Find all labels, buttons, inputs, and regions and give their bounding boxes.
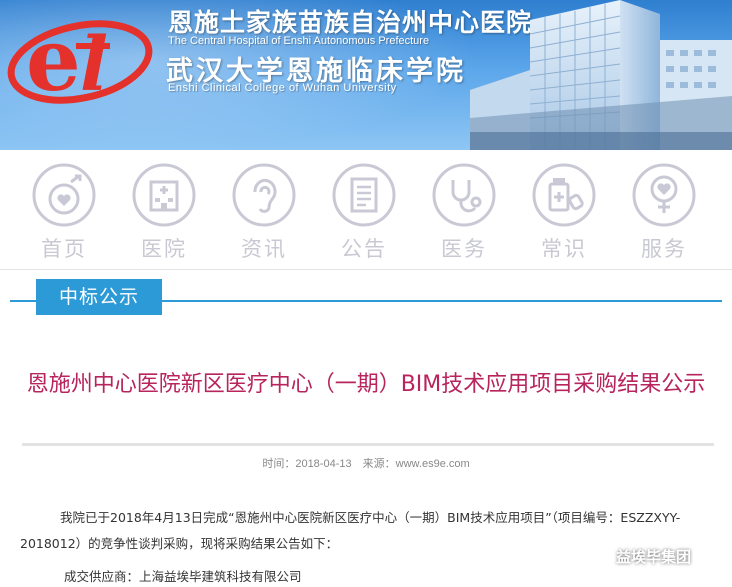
nav-item-medical[interactable]: 医务 (424, 162, 504, 266)
article-title: 恩施州中心医院新区医疗中心（一期）BIM技术应用项目采购结果公示 (26, 372, 706, 397)
nav-label-knowledge: 常识 (541, 237, 587, 261)
home-heart-icon (32, 163, 96, 227)
college-english-name: Enshi Clinical College of Wuhan Universi… (168, 82, 397, 94)
ear-icon (232, 163, 296, 227)
nav-label-hospital: 医院 (141, 237, 187, 261)
nav-item-home[interactable]: 首页 (24, 162, 104, 266)
nav-item-service[interactable]: 服务 (624, 162, 704, 266)
nav-label-home: 首页 (41, 237, 87, 261)
stethoscope-icon (432, 163, 496, 227)
wechat-watermark: 益埃毕集团 (586, 544, 691, 568)
document-icon (332, 163, 396, 227)
nav-item-news[interactable]: 资讯 (224, 162, 304, 266)
heart-person-icon (632, 163, 696, 227)
hospital-building-image (470, 0, 732, 150)
svg-text:e: e (26, 10, 81, 111)
nav-label-notice: 公告 (341, 237, 387, 261)
article-meta: 时间：2018-04-13 来源：www.es9e.com (0, 455, 732, 471)
header-banner: e l 恩施土家族苗族自治州中心医院 The Central Hospital … (0, 0, 732, 150)
main-navigation: 首页 医院 资讯 公告 医务 常识 服务 (0, 150, 732, 270)
svg-text:l: l (80, 22, 108, 108)
hospital-logo[interactable]: e l (6, 6, 162, 116)
nav-label-medical: 医务 (441, 237, 487, 261)
watermark-text: 益埃毕集团 (616, 547, 692, 566)
hospital-building-icon (132, 163, 196, 227)
source-link[interactable]: 来源：www.es9e.com (363, 458, 470, 470)
publish-time: 时间：2018-04-13 (262, 458, 352, 470)
medicine-bottle-icon (532, 163, 596, 227)
supplier-line: 成交供应商：上海益埃毕建筑科技有限公司 (64, 569, 302, 584)
hospital-english-name: The Central Hospital of Enshi Autonomous… (168, 35, 430, 47)
nav-item-notice[interactable]: 公告 (324, 162, 404, 266)
nav-label-news: 资讯 (241, 237, 287, 261)
nav-item-hospital[interactable]: 医院 (124, 162, 204, 266)
title-divider (22, 443, 714, 446)
section-tab-winning-bid[interactable]: 中标公示 (36, 279, 162, 315)
wechat-icon (586, 546, 610, 564)
nav-label-service: 服务 (641, 237, 687, 261)
nav-item-knowledge[interactable]: 常识 (524, 162, 604, 266)
